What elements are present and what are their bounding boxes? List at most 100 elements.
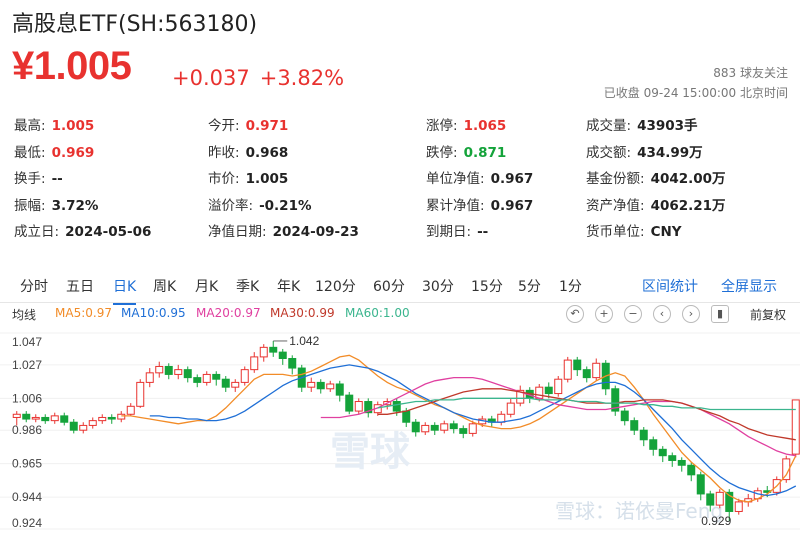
candle-body: [136, 381, 145, 407]
quote-value: 434.99万: [637, 144, 703, 161]
candle-body: [535, 386, 544, 399]
ma-label: 均线: [12, 308, 37, 322]
candle-body: [563, 359, 572, 380]
candle-body: [354, 401, 363, 412]
ma60-line: [377, 397, 796, 411]
candle-body: [231, 381, 240, 388]
quote-cell: 最低: 0.969: [14, 141, 94, 161]
candle-body: [212, 373, 221, 380]
candle-body: [202, 373, 211, 383]
candle-body: [639, 429, 648, 441]
pan-right-icon[interactable]: ›: [682, 305, 700, 323]
period-tabs: 区间统计 全屏显示 分时 五日 日K 周K 月K 季K 年K 120分 60分 30分 15分 5分 1…: [0, 268, 800, 305]
quote-label: 振幅:: [14, 197, 46, 214]
quote-value: --: [51, 171, 63, 187]
tab-period[interactable]: 周K: [153, 276, 176, 296]
pan-left-icon[interactable]: ‹: [653, 305, 671, 323]
interval-stats-link[interactable]: 区间统计: [642, 276, 698, 296]
quote-cell: 昨收: 0.968: [208, 141, 288, 161]
quote-grid: 最高: 1.005 今开: 0.971 涨停: 1.065 成交量: 43903手 最低: 0.9…: [14, 114, 784, 247]
quote-label: 净值日期:: [208, 224, 267, 240]
candle-body: [734, 501, 743, 512]
candle-body: [677, 459, 686, 466]
adjust-mode-toggle[interactable]: 前复权: [750, 306, 786, 323]
quote-value: 0.967: [490, 171, 534, 187]
ma30-line: [377, 388, 796, 441]
candle-body: [402, 410, 411, 423]
current-price: ¥1.005: [12, 44, 132, 88]
candle-body: [326, 383, 335, 390]
candle-body: [544, 386, 553, 395]
tab-period[interactable]: 季K: [236, 276, 259, 296]
quote-label: 涨停:: [426, 118, 458, 134]
quote-value: 1.005: [51, 118, 95, 134]
quote-cell: 市价: 1.005: [208, 167, 288, 187]
quote-label: 最高:: [14, 118, 46, 134]
zoom-in-icon[interactable]: +: [595, 305, 613, 323]
candle-body: [658, 448, 667, 457]
tab-period[interactable]: 五日: [66, 276, 94, 296]
candle-body: [69, 421, 78, 431]
undo-icon[interactable]: ↶: [566, 305, 584, 323]
zoom-out-icon[interactable]: −: [624, 305, 642, 323]
price-change: +0.037 +3.82%: [172, 66, 354, 90]
watermark-corner: 雪球：诺依曼Feng: [555, 499, 723, 523]
quote-cell: 今开: 0.971: [208, 114, 288, 134]
quote-label: 市价:: [208, 171, 240, 187]
tab-period[interactable]: 1分: [559, 276, 582, 296]
tab-period[interactable]: 日K: [113, 276, 137, 305]
quote-row: 最低: 0.969 昨收: 0.968 跌停: 0.871 成交额: 434.99万: [14, 141, 784, 168]
quote-value: 3.72%: [51, 197, 99, 214]
quote-cell: 振幅: 3.72%: [14, 194, 98, 214]
candle-body: [79, 424, 88, 431]
ma5-legend: MA5:0.97: [55, 306, 112, 320]
candlestick-chart[interactable]: 1.0471.0271.0060.9860.9650.9440.924雪球雪球：…: [0, 325, 800, 535]
candle-body: [791, 399, 800, 455]
candle-body: [706, 493, 715, 506]
y-tick-label: 1.027: [12, 358, 42, 372]
quote-value: 1.005: [245, 171, 289, 187]
candle-body: [193, 377, 202, 383]
quote-label: 今开:: [208, 118, 240, 134]
tab-period[interactable]: 60分: [373, 276, 405, 296]
quote-label: 累计净值:: [426, 197, 485, 214]
tab-period[interactable]: 120分: [315, 276, 356, 296]
candle-body: [250, 356, 259, 371]
quote-value: 0.969: [51, 144, 95, 161]
candle-body: [449, 423, 458, 430]
candle-body: [278, 351, 287, 359]
quote-value: -0.21%: [259, 197, 312, 214]
followers-count[interactable]: 883 球友关注: [713, 64, 788, 81]
tab-period[interactable]: 分时: [20, 276, 48, 296]
quote-value: 1.065: [463, 118, 507, 134]
candle-body: [60, 415, 69, 423]
tab-period[interactable]: 30分: [422, 276, 454, 296]
quote-row: 成立日: 2024-05-06 净值日期: 2024-09-23 到期日: -- 货币单位:…: [14, 220, 784, 247]
candle-body: [117, 413, 126, 420]
tab-period[interactable]: 年K: [277, 276, 300, 296]
quote-cell: 净值日期: 2024-09-23: [208, 220, 359, 240]
tab-period[interactable]: 5分: [518, 276, 541, 296]
quote-label: 换手:: [14, 171, 46, 187]
quote-cell: 最高: 1.005: [14, 114, 94, 134]
candle-body: [126, 405, 135, 415]
quote-cell: 换手: --: [14, 167, 63, 187]
quote-label: 资产净值:: [586, 197, 645, 214]
candle-body: [430, 424, 439, 431]
quote-value: 0.871: [463, 144, 507, 161]
quote-row: 换手: -- 市价: 1.005 单位净值: 0.967 基金份额: 4042.00万: [14, 167, 784, 194]
candle-body: [335, 383, 344, 396]
tab-period[interactable]: 15分: [471, 276, 503, 296]
tab-period[interactable]: 月K: [195, 276, 218, 296]
quote-label: 货币单位:: [586, 224, 645, 240]
low-annotation: 0.929: [701, 514, 731, 528]
candle-body: [50, 415, 59, 422]
quote-label: 成交量:: [586, 118, 632, 134]
pin-icon[interactable]: ▮: [711, 305, 729, 323]
candle-body: [468, 423, 477, 434]
quote-label: 单位净值:: [426, 171, 485, 187]
candle-body: [620, 410, 629, 422]
fullscreen-link[interactable]: 全屏显示: [721, 276, 777, 296]
quote-label: 到期日:: [426, 224, 472, 240]
candle-body: [411, 421, 420, 433]
